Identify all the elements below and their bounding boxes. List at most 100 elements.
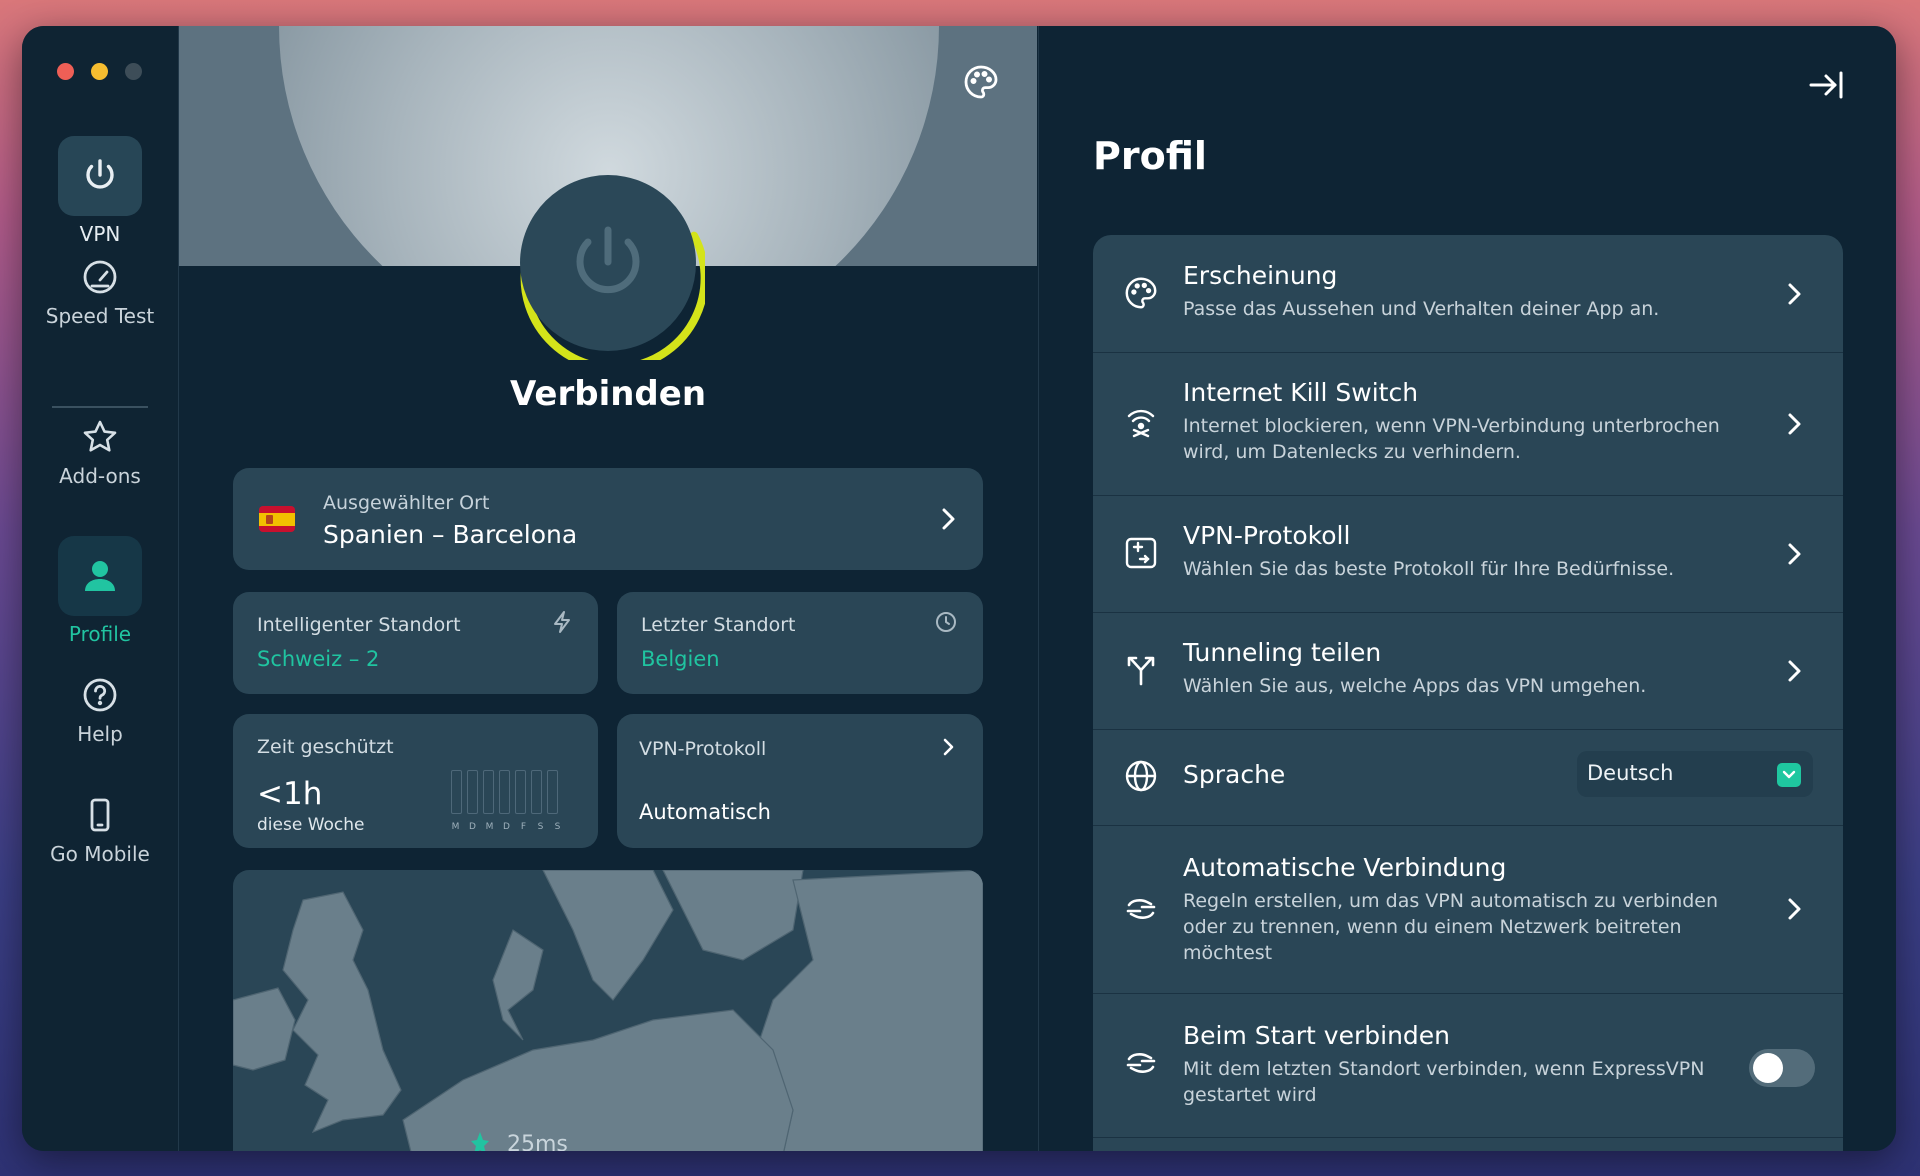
last-location-value: Belgien [641, 647, 720, 671]
day-bar [547, 770, 558, 814]
weekday-label: M [451, 822, 460, 832]
time-protected-period: diese Woche [257, 815, 365, 835]
sidebar: VPN Speed Test Add-ons Profile Help Go M… [22, 26, 179, 1151]
selected-location-name: Spanien – Barcelona [323, 520, 578, 549]
settings-list: Erscheinung Passe das Aussehen und Verha… [1093, 235, 1843, 1151]
connection-panel: Verbinden Ausgewählter Ort Spanien – Bar… [179, 26, 1037, 1151]
sidebar-item-speed-test[interactable]: Speed Test [22, 256, 178, 328]
help-icon [83, 678, 117, 712]
zoom-window-button[interactable] [125, 63, 142, 80]
chevron-right-icon [933, 504, 963, 534]
globe-icon [1123, 758, 1159, 794]
row-description: Wählen Sie aus, welche Apps das VPN umge… [1183, 675, 1647, 697]
kill-switch-icon [1123, 404, 1159, 440]
row-title: VPN-Protokoll [1183, 521, 1351, 550]
language-select[interactable]: Deutsch [1577, 751, 1813, 797]
protocol-card-title: VPN-Protokoll [639, 738, 767, 760]
collapse-right-icon [1809, 71, 1843, 99]
startup-icon [1123, 1045, 1159, 1081]
app-window: VPN Speed Test Add-ons Profile Help Go M… [22, 26, 1896, 1151]
chevron-right-icon [1779, 409, 1809, 439]
row-description: Passe das Aussehen und Verhalten deiner … [1183, 298, 1660, 320]
connect-button[interactable] [520, 175, 696, 351]
sidebar-item-label: Go Mobile [50, 842, 150, 866]
weekday-labels: M D M D F S S [450, 822, 563, 832]
time-protected-title: Zeit geschützt [257, 736, 394, 758]
day-bar [515, 770, 526, 814]
chevron-right-icon [1779, 656, 1809, 686]
clock-icon [936, 612, 956, 632]
settings-row-connect-on-start: Beim Start verbinden Mit dem letzten Sta… [1093, 993, 1843, 1138]
appearance-button[interactable] [961, 62, 1001, 102]
row-title: Automatische Verbindung [1183, 853, 1507, 882]
settings-row-auto-connect[interactable]: Automatische Verbindung Regeln erstellen… [1093, 825, 1843, 994]
settings-row-protocol[interactable]: VPN-Protokoll Wählen Sie das beste Proto… [1093, 495, 1843, 613]
selected-location-card[interactable]: Ausgewählter Ort Spanien – Barcelona [233, 468, 983, 570]
phone-icon [90, 798, 110, 832]
weekday-label: F [520, 822, 527, 832]
gauge-icon [83, 260, 117, 294]
sidebar-item-profile[interactable]: Profile [22, 536, 178, 646]
last-location-card[interactable]: Letzter Standort Belgien [617, 592, 983, 694]
split-icon [1123, 652, 1159, 688]
smart-location-value: Schweiz – 2 [257, 647, 380, 671]
row-title: Erscheinung [1183, 261, 1338, 290]
spain-flag-icon [259, 506, 295, 532]
weekday-label: S [537, 822, 544, 832]
toggle-knob [1753, 1053, 1783, 1083]
person-icon [85, 561, 115, 591]
minimize-window-button[interactable] [91, 63, 108, 80]
europe-map [233, 870, 983, 1151]
sidebar-item-label: Profile [68, 622, 132, 646]
day-bar [483, 770, 494, 814]
auto-connect-icon [1123, 891, 1159, 927]
location-map[interactable]: 25ms [233, 870, 983, 1151]
star-icon [83, 420, 117, 452]
palette-icon [1123, 275, 1159, 311]
settings-row-appearance[interactable]: Erscheinung Passe das Aussehen und Verha… [1093, 235, 1843, 353]
day-bar [451, 770, 462, 814]
close-window-button[interactable] [57, 63, 74, 80]
page-title: Profil [1093, 134, 1207, 178]
sidebar-item-go-mobile[interactable]: Go Mobile [22, 794, 178, 866]
palette-icon [964, 65, 998, 99]
row-title: Tunneling teilen [1183, 638, 1382, 667]
location-pin-icon [471, 1132, 489, 1151]
chevron-down-icon [1777, 763, 1801, 787]
row-title: Sprache [1183, 760, 1286, 789]
sidebar-item-vpn[interactable]: VPN [22, 136, 178, 246]
chevron-right-icon [1779, 279, 1809, 309]
sidebar-item-label: Add-ons [59, 464, 141, 488]
weekday-label: D [469, 822, 476, 832]
row-description: Wählen Sie das beste Protokoll für Ihre … [1183, 558, 1675, 580]
connect-status-label: Verbinden [509, 374, 707, 414]
settings-row-split-tunneling[interactable]: Tunneling teilen Wählen Sie aus, welche … [1093, 612, 1843, 730]
weekday-label: S [554, 822, 561, 832]
smart-location-title: Intelligenter Standort [257, 614, 461, 636]
sidebar-item-help[interactable]: Help [22, 674, 178, 746]
sidebar-item-add-ons[interactable]: Add-ons [22, 416, 178, 488]
profile-panel: Profil Erscheinung Passe das Aussehen un… [1038, 26, 1896, 1151]
day-bar [467, 770, 478, 814]
row-description: Mit dem letzten Standort verbinden, wenn… [1183, 1058, 1705, 1106]
smart-location-card[interactable]: Intelligenter Standort Schweiz – 2 [233, 592, 598, 694]
time-protected-card: Zeit geschützt <1h diese Woche M D M D F… [233, 714, 598, 848]
protocol-icon [1123, 535, 1159, 571]
weekly-usage-bars [451, 770, 558, 814]
settings-row-kill-switch[interactable]: Internet Kill Switch Internet blockieren… [1093, 352, 1843, 496]
ping-label: 25ms [507, 1132, 568, 1151]
row-title: Beim Start verbinden [1183, 1021, 1451, 1050]
chevron-right-icon [943, 738, 954, 756]
power-icon [576, 226, 640, 294]
collapse-panel-button[interactable] [1803, 62, 1849, 108]
day-bar [499, 770, 510, 814]
chevron-right-icon [1779, 894, 1809, 924]
connect-on-start-toggle[interactable] [1749, 1049, 1815, 1087]
protocol-card[interactable]: VPN-Protokoll Automatisch [617, 714, 983, 848]
weekday-label: M [485, 822, 494, 832]
last-location-title: Letzter Standort [641, 614, 796, 636]
bolt-icon [554, 611, 570, 633]
time-protected-value: <1h [257, 776, 323, 812]
sidebar-item-label: VPN [79, 222, 121, 246]
row-description: Regeln erstellen, um das VPN automatisch… [1183, 890, 1719, 964]
